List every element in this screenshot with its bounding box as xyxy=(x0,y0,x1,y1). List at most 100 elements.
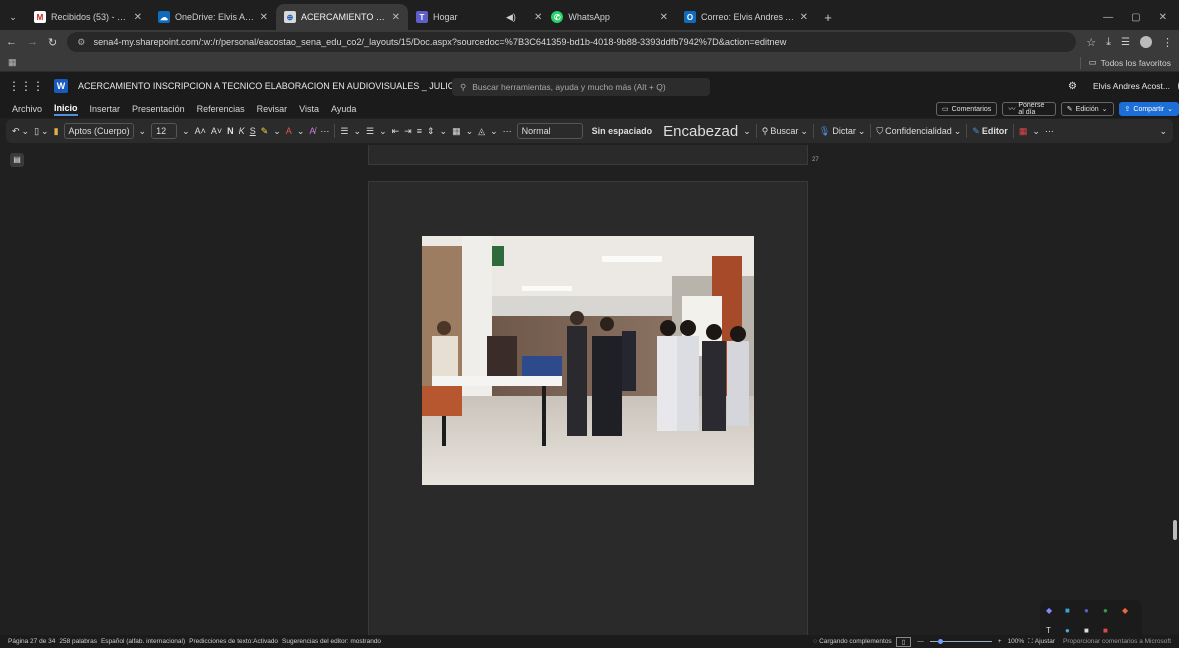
new-tab-button[interactable]: + xyxy=(816,4,840,30)
more-icon[interactable]: ⋯ xyxy=(1045,126,1054,137)
word-count[interactable]: 258 palabras xyxy=(59,638,97,645)
grow-font-icon[interactable]: A˄ xyxy=(195,126,206,136)
sensitivity-button[interactable]: ⛉ Confidencialidad ⌄ xyxy=(876,126,961,137)
all-bookmarks-link[interactable]: Todos los favoritos xyxy=(1101,58,1171,68)
url-bar[interactable]: ⚙ sena4-my.sharepoint.com/:w:/r/personal… xyxy=(67,32,1077,52)
styles-expand-icon[interactable]: ⌄ xyxy=(743,126,751,137)
app-icon[interactable]: ■ xyxy=(1084,626,1089,635)
shading-icon[interactable]: ◬ xyxy=(478,126,485,137)
comments-button[interactable]: ▭ Comentarios xyxy=(936,102,998,116)
fit-button[interactable]: Ajustar xyxy=(1035,638,1055,645)
tab-outlook[interactable]: O Correo: Elvis Andres Acosta Ca ✕ xyxy=(676,4,816,30)
forward-icon[interactable]: → xyxy=(27,36,38,48)
italic-icon[interactable]: K xyxy=(239,126,245,136)
undo-button[interactable]: ↶ ⌄ xyxy=(12,126,29,137)
font-name-combo[interactable]: Aptos (Cuerpo) xyxy=(63,123,134,139)
zoom-level[interactable]: 100% xyxy=(1008,638,1025,645)
highlight-icon[interactable]: ✎ xyxy=(261,126,269,137)
zoom-out-icon[interactable]: — xyxy=(917,638,924,645)
tab-whatsapp[interactable]: ✕ ✆ WhatsApp ✕ xyxy=(526,4,676,30)
close-window-icon[interactable]: ✕ xyxy=(1159,12,1167,23)
editing-button[interactable]: ✎ Edición ⌄ xyxy=(1060,102,1114,116)
find-button[interactable]: ⚲ Buscar ⌄ xyxy=(762,126,808,137)
line-spacing-icon[interactable]: ⇕ xyxy=(427,126,435,137)
chevron-down-icon[interactable]: ⌄ xyxy=(139,126,147,137)
style-normal[interactable]: Normal xyxy=(516,123,583,139)
document-title[interactable]: ACERCAMIENTO INSCRIPCION A TECNICO ELABO… xyxy=(78,81,477,91)
app-icon[interactable]: ■ xyxy=(1065,606,1070,615)
download-icon[interactable]: ⤓ xyxy=(1106,36,1111,49)
star-icon[interactable]: ☆ xyxy=(1086,36,1096,49)
settings-icon[interactable]: ⚙ xyxy=(1068,81,1077,92)
font-size-combo[interactable]: 12 xyxy=(151,123,178,139)
search-box[interactable]: ⚲ Buscar herramientas, ayuda y mucho más… xyxy=(452,78,710,96)
indent-icon[interactable]: ⇥ xyxy=(404,126,412,137)
dictate-button[interactable]: 🎙 Dictar ⌄ xyxy=(819,126,866,137)
bullets-icon[interactable]: ☰ xyxy=(340,126,348,137)
event-photo[interactable] xyxy=(422,236,754,485)
menu-icon[interactable]: ⋮ xyxy=(1162,36,1173,49)
clear-format-icon[interactable]: A̸ xyxy=(309,126,315,136)
tab-presentacion[interactable]: Presentación xyxy=(132,104,185,114)
maximize-icon[interactable]: ▢ xyxy=(1131,12,1140,23)
tab-revisar[interactable]: Revisar xyxy=(257,104,288,114)
apps-grid-icon[interactable]: ▦ xyxy=(8,57,17,68)
paste-button[interactable]: ▯ ⌄ xyxy=(34,126,49,137)
app-icon[interactable]: ● xyxy=(1103,606,1108,615)
tab-onedrive[interactable]: ☁ OneDrive: Elvis Andres Acosta ✕ xyxy=(150,4,276,30)
underline-icon[interactable]: S xyxy=(250,126,256,136)
outdent-icon[interactable]: ⇤ xyxy=(392,126,400,137)
app-icon[interactable]: ◆ xyxy=(1046,606,1052,615)
user-name[interactable]: Elvis Andres Acost... xyxy=(1093,81,1170,91)
format-painter-icon[interactable]: ▮ xyxy=(54,126,59,137)
share-button[interactable]: ⇪ Compartir ⌄ xyxy=(1118,102,1179,116)
more-icon[interactable]: ⋯ xyxy=(320,126,329,137)
close-icon[interactable]: ✕ xyxy=(800,12,808,23)
document-page[interactable] xyxy=(368,181,808,635)
editor-suggestions-status[interactable]: Sugerencias del editor: mostrando xyxy=(282,638,381,645)
close-icon[interactable]: ✕ xyxy=(260,12,268,23)
style-heading[interactable]: Encabezad xyxy=(663,123,738,140)
app-launcher-icon[interactable]: ⋮⋮⋮ xyxy=(8,79,44,93)
close-icon[interactable]: ✕ xyxy=(660,12,668,23)
catch-up-button[interactable]: 〰 Ponerse al día xyxy=(1002,102,1056,116)
reload-icon[interactable]: ↻ xyxy=(48,36,57,49)
borders-icon[interactable]: ▦ xyxy=(452,126,461,137)
chevron-down-icon[interactable]: ⌄ xyxy=(182,126,190,137)
document-canvas[interactable]: ▤ 27 ◆ ■ ● ● ◆ T ● ■ ■ xyxy=(0,145,1179,635)
close-icon[interactable]: ✕ xyxy=(534,12,542,23)
style-no-spacing[interactable]: Sin espaciado xyxy=(592,126,653,136)
page-count[interactable]: Página 27 de 34 xyxy=(8,638,55,645)
font-color-icon[interactable]: A xyxy=(286,126,292,136)
editor-button[interactable]: ✎ Editor xyxy=(972,126,1008,137)
site-info-icon[interactable]: ⚙ xyxy=(77,37,85,48)
bold-icon[interactable]: N xyxy=(227,126,234,136)
zoom-slider[interactable] xyxy=(929,639,992,644)
fit-icon[interactable]: ⛶ xyxy=(1028,638,1033,646)
back-icon[interactable]: ← xyxy=(6,36,17,48)
tab-audio[interactable]: ◀) xyxy=(506,4,526,30)
addins-icon[interactable]: ▦ xyxy=(1019,126,1028,137)
app-icon[interactable]: ◆ xyxy=(1122,606,1128,615)
tab-word-document[interactable]: ⊕ ACERCAMIENTO INSCRIPCION ✕ xyxy=(276,4,408,30)
app-icon[interactable]: T xyxy=(1046,626,1051,635)
app-icon[interactable]: ● xyxy=(1065,626,1070,635)
tab-ayuda[interactable]: Ayuda xyxy=(331,104,356,114)
app-icon[interactable]: ■ xyxy=(1103,626,1108,635)
collapse-ribbon-icon[interactable]: ⌄ xyxy=(1159,126,1167,137)
minimize-icon[interactable]: — xyxy=(1103,12,1113,23)
tab-search-icon[interactable]: ⌄ xyxy=(0,4,26,30)
tab-inicio[interactable]: Inicio xyxy=(54,103,78,116)
tab-archivo[interactable]: Archivo xyxy=(12,104,42,114)
extensions-icon[interactable]: ☰ xyxy=(1121,37,1130,48)
zoom-in-icon[interactable]: + xyxy=(998,638,1002,645)
tab-gmail[interactable]: M Recibidos (53) - graficoelviraco ✕ xyxy=(26,4,150,30)
tab-insertar[interactable]: Insertar xyxy=(90,104,121,114)
app-icon[interactable]: ● xyxy=(1084,606,1089,615)
text-predictions-status[interactable]: Predicciones de texto:Activado xyxy=(189,638,278,645)
language-status[interactable]: Español (alfab. internacional) xyxy=(101,638,185,645)
align-icon[interactable]: ≡ xyxy=(417,126,422,136)
profile-icon[interactable] xyxy=(1140,36,1152,48)
tab-referencias[interactable]: Referencias xyxy=(197,104,245,114)
feedback-link[interactable]: Proporcionar comentarios a Microsoft xyxy=(1063,638,1171,645)
